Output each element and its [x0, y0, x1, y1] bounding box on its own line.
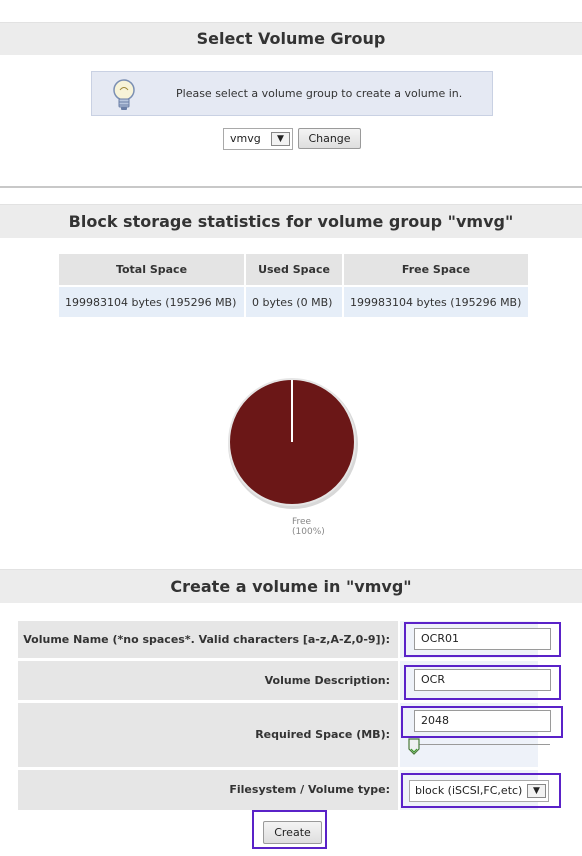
- required-space-label: Required Space (MB):: [18, 703, 398, 767]
- table-row: 199983104 bytes (195296 MB) 0 bytes (0 M…: [59, 285, 528, 317]
- volume-name-highlight: [404, 622, 561, 657]
- stats-table: Total Space Used Space Free Space 199983…: [57, 254, 530, 317]
- stats-col-free: Free Space: [344, 254, 528, 285]
- filesystem-type-highlight: [401, 773, 561, 808]
- info-message-text: Please select a volume group to create a…: [176, 87, 463, 100]
- select-vg-header: Select Volume Group: [0, 22, 582, 55]
- slider-thumb-icon[interactable]: [408, 738, 420, 756]
- storage-pie-chart: [228, 378, 358, 509]
- section-divider: [0, 186, 582, 188]
- create-volume-title: Create a volume in "vmvg": [170, 577, 412, 596]
- stats-table-header-row: Total Space Used Space Free Space: [59, 254, 528, 285]
- volume-group-select-value: vmvg: [230, 132, 261, 145]
- required-space-label-text: Required Space (MB):: [255, 728, 390, 741]
- filesystem-type-label-text: Filesystem / Volume type:: [229, 783, 390, 796]
- change-button[interactable]: Change: [298, 128, 361, 149]
- stats-col-used: Used Space: [246, 254, 342, 285]
- lightbulb-icon: [111, 78, 137, 116]
- required-space-slider-track[interactable]: [412, 744, 550, 745]
- volume-name-label: Volume Name (*no spaces*. Valid characte…: [18, 621, 398, 658]
- stats-free-value: 199983104 bytes (195296 MB): [344, 285, 528, 317]
- pie-label-free: Free (100%): [292, 517, 325, 537]
- pie-label-free-name: Free: [292, 517, 312, 527]
- volume-name-label-text: Volume Name (*no spaces*. Valid characte…: [23, 633, 390, 646]
- select-vg-title: Select Volume Group: [196, 29, 386, 48]
- create-button-highlight: [252, 810, 327, 849]
- stats-title: Block storage statistics for volume grou…: [68, 212, 514, 231]
- change-button-label: Change: [308, 132, 351, 145]
- stats-used-value: 0 bytes (0 MB): [246, 285, 342, 317]
- volume-description-highlight: [404, 665, 561, 700]
- chevron-down-icon: ▼: [271, 132, 290, 146]
- required-space-highlight: [401, 706, 563, 738]
- stats-total-value: 199983104 bytes (195296 MB): [59, 285, 244, 317]
- pie-label-free-percent: (100%): [292, 527, 325, 537]
- stats-col-total: Total Space: [59, 254, 244, 285]
- create-volume-header: Create a volume in "vmvg": [0, 569, 582, 603]
- filesystem-type-label: Filesystem / Volume type:: [18, 770, 398, 810]
- volume-description-label: Volume Description:: [18, 661, 398, 700]
- volume-group-select[interactable]: vmvg ▼: [223, 128, 293, 150]
- stats-header: Block storage statistics for volume grou…: [0, 204, 582, 238]
- volume-description-label-text: Volume Description:: [264, 674, 390, 687]
- info-message-box: Please select a volume group to create a…: [91, 71, 493, 116]
